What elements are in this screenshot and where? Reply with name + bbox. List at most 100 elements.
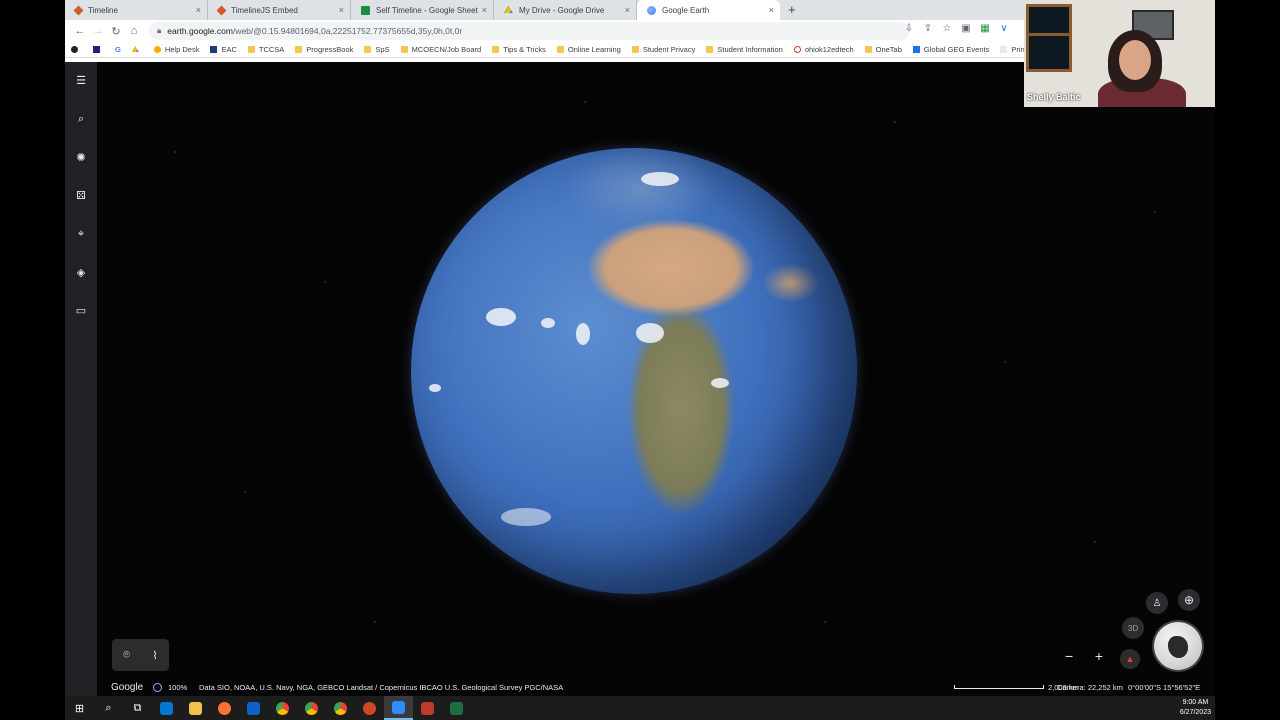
taskbar-app[interactable]: [181, 696, 210, 720]
folder-icon: [400, 46, 408, 53]
extension-icon[interactable]: ∨: [998, 23, 1010, 34]
bookmark-sps[interactable]: SpS: [364, 45, 390, 54]
bookmark-item[interactable]: [71, 46, 82, 53]
bookmark-help-desk[interactable]: Help Desk: [153, 45, 199, 54]
toggle-3d-button[interactable]: 3D: [1122, 617, 1144, 639]
bookmark-tips[interactable]: Tips & Tricks: [492, 45, 546, 54]
close-icon[interactable]: ×: [196, 5, 201, 15]
taskbar-app[interactable]: [442, 696, 471, 720]
taskbar-app[interactable]: [413, 696, 442, 720]
extension-icon[interactable]: ▦: [979, 23, 991, 34]
bookmark-item[interactable]: [93, 46, 104, 53]
mini-globe-icon[interactable]: [1154, 622, 1202, 670]
bookmark-student-information[interactable]: Student Information: [706, 45, 783, 54]
tab-my-drive[interactable]: My Drive - Google Drive ×: [494, 0, 637, 20]
close-icon[interactable]: ×: [482, 5, 487, 15]
progress-value: 100%: [168, 682, 188, 692]
taskbar-app-active[interactable]: [384, 696, 413, 720]
close-icon[interactable]: ×: [339, 5, 344, 15]
timeline-icon: [216, 5, 227, 15]
taskbar-app[interactable]: [239, 696, 268, 720]
feeling-lucky-icon[interactable]: ⚄: [73, 188, 89, 204]
folder-icon: [706, 46, 714, 53]
compass-button[interactable]: ▲: [1120, 649, 1140, 669]
progress-ring-icon: [153, 682, 162, 692]
taskbar-app[interactable]: [326, 696, 355, 720]
start-button[interactable]: ⊞: [65, 696, 94, 720]
webcam-person-face: [1119, 40, 1151, 80]
taskbar-app[interactable]: [297, 696, 326, 720]
bookmark-star-icon[interactable]: ☆: [941, 23, 953, 34]
earth-globe[interactable]: [411, 148, 857, 594]
drive-icon: [504, 5, 513, 14]
cloud: [636, 323, 664, 343]
bookmark-eac[interactable]: EAC: [210, 45, 237, 54]
install-icon[interactable]: ⇩: [903, 23, 915, 34]
map-style-icon[interactable]: ◈: [73, 265, 89, 281]
help-icon: [153, 46, 161, 53]
taskbar-clock[interactable]: 9:00 AM 6/27/2023: [1180, 698, 1211, 718]
bookmark-progressbook[interactable]: ProgressBook: [295, 45, 353, 54]
share-icon[interactable]: ⇪: [922, 23, 934, 34]
task-view-button[interactable]: ⧉: [123, 696, 152, 720]
tab-timelinejs-embed[interactable]: TimelineJS Embed ×: [208, 0, 351, 20]
google-icon: G: [115, 45, 121, 54]
zoom-out-button[interactable]: −: [1065, 648, 1073, 668]
data-credits[interactable]: Data SIO, NOAA, U.S. Navy, NGA, GEBCO La…: [199, 683, 563, 692]
tab-self-timeline-sheets[interactable]: Self Timeline - Google Sheets ×: [351, 0, 494, 20]
excel-icon: [450, 701, 463, 715]
folder-icon: [295, 46, 303, 53]
bookmark-ohiok12edtech[interactable]: ohiok12edtech: [793, 45, 854, 54]
reload-icon[interactable]: ↻: [107, 25, 125, 38]
zoom-in-button[interactable]: +: [1095, 648, 1103, 668]
close-icon[interactable]: ×: [625, 5, 630, 15]
extension-icon[interactable]: ▣: [960, 23, 972, 34]
taskbar-app[interactable]: [355, 696, 384, 720]
menu-icon[interactable]: ☰: [73, 73, 89, 89]
new-tab-button[interactable]: +: [788, 0, 796, 20]
clock-date: 6/27/2023: [1179, 709, 1211, 716]
folder-icon: [247, 46, 255, 53]
bookmark-onetab[interactable]: OneTab: [864, 45, 902, 54]
taskbar-app[interactable]: [152, 696, 181, 720]
path-icon[interactable]: ⌇: [152, 649, 157, 662]
search-icon[interactable]: ⌕: [73, 111, 89, 127]
taskbar-app[interactable]: [210, 696, 239, 720]
tab-google-earth[interactable]: Google Earth ×: [637, 0, 780, 20]
earth-viewport[interactable]: ☰ ⌕ ✺ ⚄ ⌖ ◈ ▭ ⌾ ⌇ ♙ ⊕ 3D ▲ − + Google 10…: [65, 62, 1215, 696]
tab-title: Self Timeline - Google Sheets: [376, 5, 478, 15]
bookmark-tccsa[interactable]: TCCSA: [247, 45, 284, 54]
bookmark-mcoecn[interactable]: MCOECN/Job Board: [400, 45, 481, 54]
close-icon[interactable]: ×: [769, 5, 774, 15]
folder-icon: [492, 46, 500, 53]
search-button[interactable]: ⌕: [94, 696, 123, 720]
earth-icon: [647, 5, 656, 15]
folder-icon: [631, 46, 639, 53]
measure-icon[interactable]: ▭: [73, 303, 89, 319]
bookmark-item[interactable]: [131, 46, 143, 53]
bookmark-online-learning[interactable]: Online Learning: [556, 45, 621, 54]
bookmark-global-geg[interactable]: Global GEG Events: [912, 45, 989, 54]
voyager-icon[interactable]: ✺: [73, 150, 89, 166]
home-icon[interactable]: ⌂: [125, 25, 143, 37]
drive-icon: [131, 46, 139, 52]
bookmark-student-privacy[interactable]: Student Privacy: [631, 45, 695, 54]
address-bar[interactable]: 🔒︎ earth.google.com/web/@0.15.94801694,0…: [149, 22, 909, 40]
app-icon: [71, 46, 78, 53]
left-letterbox: [0, 0, 65, 696]
my-location-button[interactable]: ⊕: [1178, 589, 1200, 611]
projects-icon[interactable]: ⌖: [73, 226, 89, 242]
earth-status-bar: Google 100% Data SIO, NOAA, U.S. Navy, N…: [65, 678, 1215, 696]
placemark-icon[interactable]: ⌾: [123, 649, 130, 662]
pegman-button[interactable]: ♙: [1146, 592, 1168, 614]
forward-icon[interactable]: →: [89, 25, 107, 37]
tab-timeline[interactable]: Timeline ×: [65, 0, 208, 20]
mini-globe-land: [1168, 636, 1188, 658]
camera-altitude: Camera: 22,252 km: [1057, 682, 1123, 692]
bookmark-item[interactable]: G: [115, 45, 121, 54]
tab-title: Timeline: [88, 5, 118, 15]
tab-title: TimelineJS Embed: [231, 5, 298, 15]
taskbar-app[interactable]: [268, 696, 297, 720]
clock-time: 9:00 AM: [1182, 699, 1209, 706]
back-icon[interactable]: ←: [71, 25, 89, 37]
